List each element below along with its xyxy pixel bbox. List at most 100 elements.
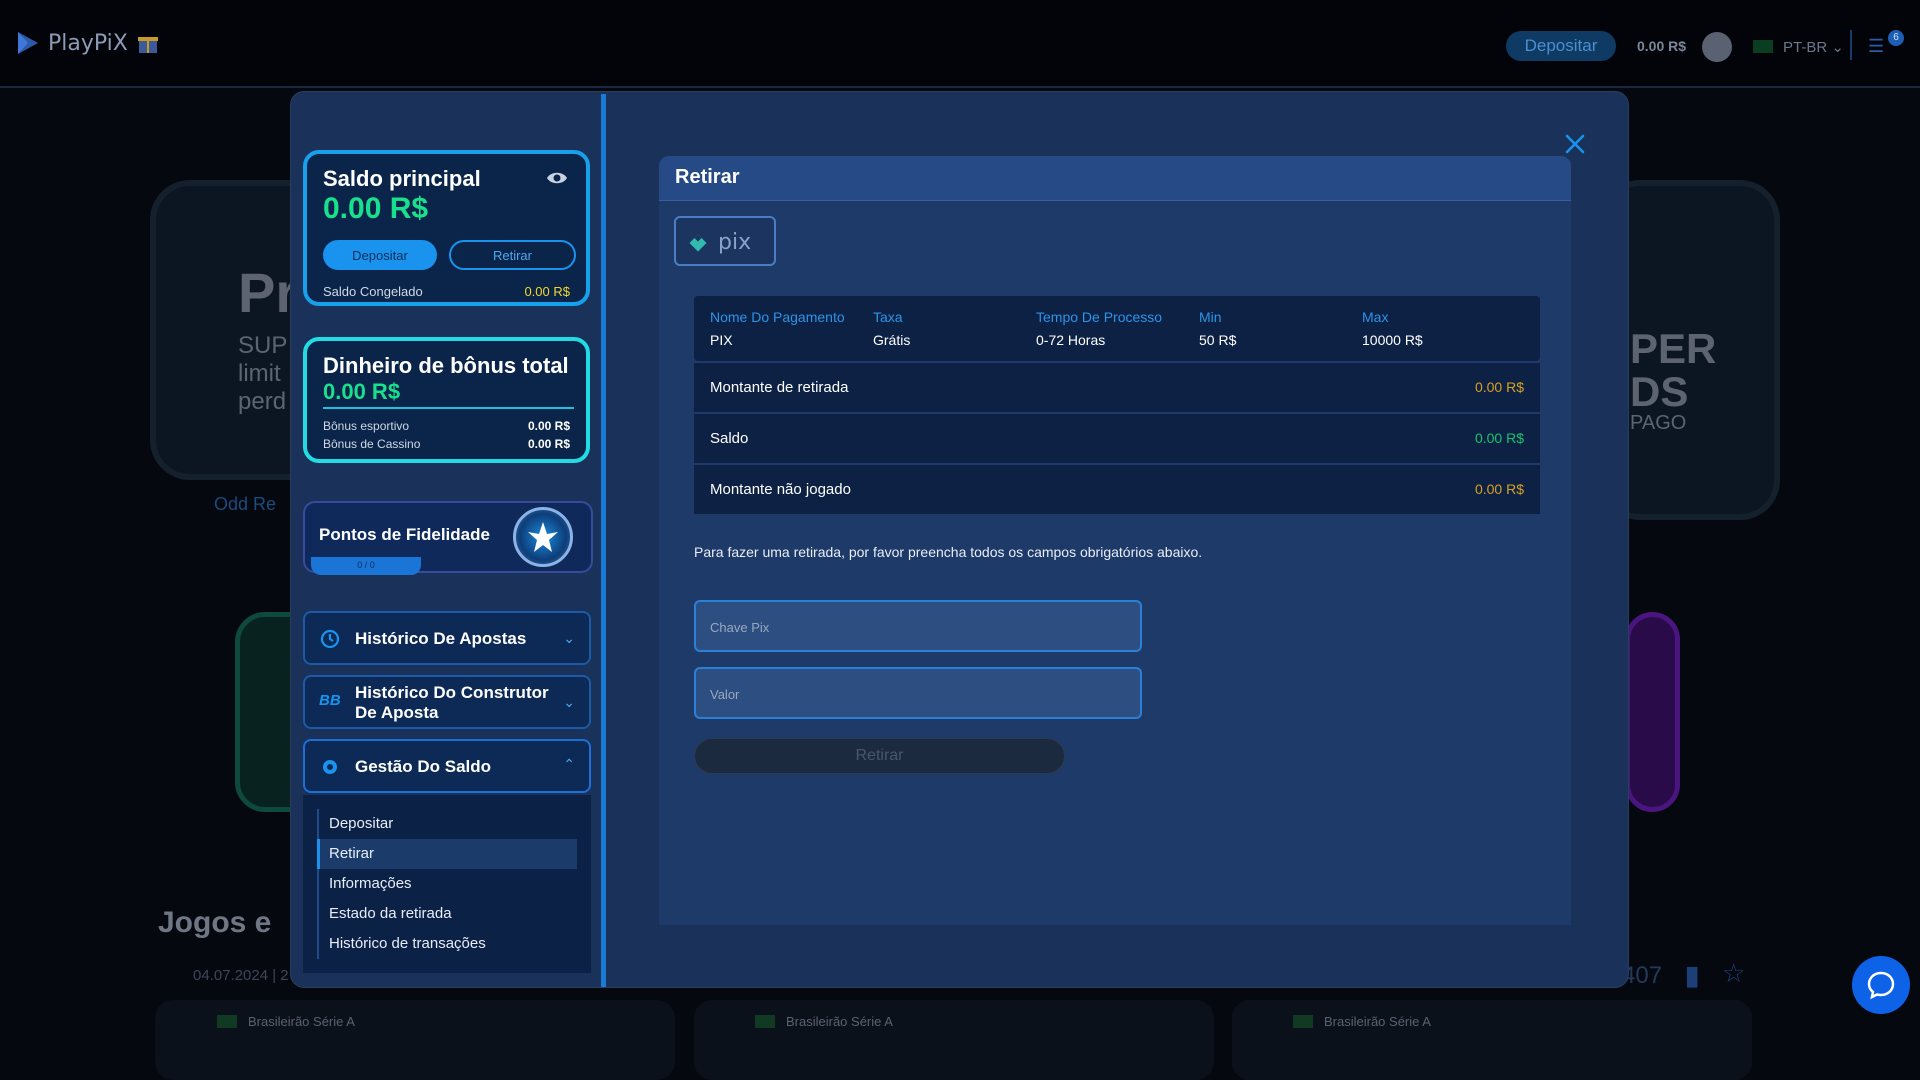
banner-left-line: SUP — [238, 332, 288, 359]
balance-submenu: Depositar Retirar Informações Estado da … — [303, 795, 591, 973]
header-balance: 0.00 R$ — [1637, 38, 1687, 54]
section-title: Jogos e — [158, 906, 272, 939]
frozen-balance-value: 0.00 R$ — [524, 284, 570, 299]
info-row-value: 0.00 R$ — [1474, 379, 1524, 395]
logo-text: PlayPiX — [48, 30, 128, 56]
amount-input[interactable] — [710, 683, 1110, 705]
loyalty-card[interactable]: Pontos de Fidelidade 0 / 0 — [303, 501, 593, 575]
bet-builder-history-label: Histórico Do Construtor De Aposta — [355, 683, 549, 722]
logo[interactable]: PlayPiX — [16, 30, 160, 56]
account-modal: Saldo principal 0.00 R$ Depositar Retira… — [290, 91, 1629, 988]
loyalty-progress-text: 0 / 0 — [357, 560, 375, 570]
banner-right-text: DS — [1630, 368, 1689, 415]
league-label: Brasileirão Série A — [786, 1014, 893, 1029]
withdraw-amount-row: Montante de retirada 0.00 R$ — [694, 362, 1540, 412]
close-icon[interactable] — [1563, 132, 1587, 156]
top-bar: PlayPiX Depositar 0.00 R$ PT-BR ⌄ ☰ 6 — [0, 0, 1920, 88]
table-cell: 0-72 Horas — [1036, 332, 1106, 348]
table-header: Max — [1362, 309, 1389, 325]
banner-right-text: PAGO — [1630, 412, 1687, 434]
loyalty-progress-bar: 0 / 0 — [311, 557, 421, 575]
sports-bonus-label: Bônus esportivo — [323, 419, 410, 433]
withdraw-submit-button[interactable]: Retirar — [694, 738, 1065, 774]
bet-history-label: Histórico De Apostas — [355, 629, 527, 648]
league-label: Brasileirão Série A — [1324, 1014, 1431, 1029]
table-cell: Grátis — [873, 332, 911, 348]
brazil-flag-icon — [755, 1015, 775, 1028]
table-cell: PIX — [710, 332, 733, 348]
svg-text:pix: pix — [718, 230, 751, 255]
loyalty-badge-icon — [513, 507, 573, 567]
bonus-amount: 0.00 R$ — [323, 379, 401, 404]
pix-key-field[interactable] — [694, 600, 1142, 652]
banner-left-line: perd — [238, 388, 287, 415]
info-row-label: Saldo — [710, 430, 749, 447]
table-header: Nome Do Pagamento — [710, 309, 845, 325]
withdraw-panel-header: Retirar — [659, 156, 1571, 201]
favorite-star-icon[interactable]: ☆ — [1722, 958, 1745, 989]
banner-left-text: Pr — [238, 261, 298, 324]
chevron-up-icon: ⌃ — [563, 756, 575, 772]
submenu-withdraw-status[interactable]: Estado da retirada — [319, 899, 577, 929]
table-header: Taxa — [873, 309, 903, 325]
banner-left-button: Odd Re — [214, 494, 277, 514]
submenu-transaction-history[interactable]: Histórico de transações — [319, 929, 577, 959]
match-card[interactable] — [694, 1000, 1214, 1080]
account-sidebar: Saldo principal 0.00 R$ Depositar Retira… — [291, 92, 603, 987]
header-divider — [1850, 30, 1852, 60]
loyalty-title: Pontos de Fidelidade — [319, 525, 490, 544]
balance-management-accordion[interactable]: Gestão Do Saldo ⌃ — [303, 739, 591, 793]
bonus-title: Dinheiro de bônus total — [323, 353, 569, 378]
unplayed-amount-row: Montante não jogado 0.00 R$ — [694, 464, 1540, 514]
game-card-right — [1625, 612, 1680, 812]
table-header: Min — [1199, 309, 1222, 325]
submenu-deposit[interactable]: Depositar — [319, 809, 577, 839]
bet-history-accordion[interactable]: Histórico De Apostas ⌄ — [303, 611, 591, 665]
gear-icon — [323, 760, 337, 774]
casino-bonus-label: Bônus de Cassino — [323, 437, 421, 451]
submenu-info[interactable]: Informações — [319, 869, 577, 899]
deposit-button[interactable]: Depositar — [323, 240, 437, 270]
withdraw-panel: Retirar pix Nome Do Pagamento Taxa Tempo… — [659, 156, 1571, 925]
submenu-withdraw[interactable]: Retirar — [317, 839, 577, 869]
language-selector[interactable]: PT-BR ⌄ — [1783, 38, 1844, 56]
frozen-balance-label: Saldo Congelado — [323, 284, 423, 299]
main-balance-amount: 0.00 R$ — [323, 192, 429, 225]
info-row-value: 0.00 R$ — [1474, 481, 1524, 497]
gift-icon[interactable] — [136, 31, 160, 55]
balance-management-label: Gestão Do Saldo — [355, 757, 492, 776]
amount-field[interactable] — [694, 667, 1142, 719]
main-balance-title: Saldo principal — [323, 166, 481, 191]
pix-key-input[interactable] — [710, 616, 1110, 638]
withdraw-button[interactable]: Retirar — [449, 240, 576, 270]
header-deposit-button[interactable]: Depositar — [1506, 31, 1616, 61]
table-header: Tempo De Processo — [1036, 309, 1163, 325]
brazil-flag-icon — [1293, 1015, 1313, 1028]
match-card[interactable] — [1232, 1000, 1752, 1080]
withdraw-panel-title: Retirar — [675, 166, 740, 188]
chevron-down-icon: ⌄ — [563, 630, 575, 646]
match-date: 04.07.2024 | 2 — [193, 967, 289, 984]
brazil-flag-icon — [1753, 40, 1773, 53]
info-row-label: Montante de retirada — [710, 379, 849, 396]
language-label: PT-BR — [1783, 39, 1828, 56]
sidebar-scrollbar[interactable] — [601, 94, 606, 987]
history-icon — [320, 629, 340, 649]
bet-builder-history-accordion[interactable]: BB Histórico Do Construtor De Aposta ⌄ — [303, 675, 591, 729]
sports-bonus-value: 0.00 R$ — [527, 419, 570, 433]
brazil-flag-icon — [217, 1015, 237, 1028]
stats-icon[interactable]: ▮ — [1685, 960, 1699, 991]
withdraw-instructions: Para fazer uma retirada, por favor preen… — [694, 544, 1203, 560]
menu-icon[interactable]: ☰ — [1868, 36, 1884, 57]
casino-bonus-value: 0.00 R$ — [527, 437, 570, 451]
banner-right-text: PER — [1630, 325, 1717, 372]
eye-icon[interactable] — [546, 170, 568, 186]
table-cell: 10000 R$ — [1362, 332, 1423, 348]
bet-builder-icon: BB — [319, 692, 341, 709]
match-card[interactable] — [155, 1000, 675, 1080]
live-chat-button[interactable] — [1852, 956, 1910, 1014]
league-label: Brasileirão Série A — [248, 1014, 355, 1029]
banner-left-line: limit — [238, 360, 281, 387]
user-avatar-icon[interactable] — [1702, 32, 1732, 62]
pix-method-option[interactable]: pix — [674, 216, 776, 266]
